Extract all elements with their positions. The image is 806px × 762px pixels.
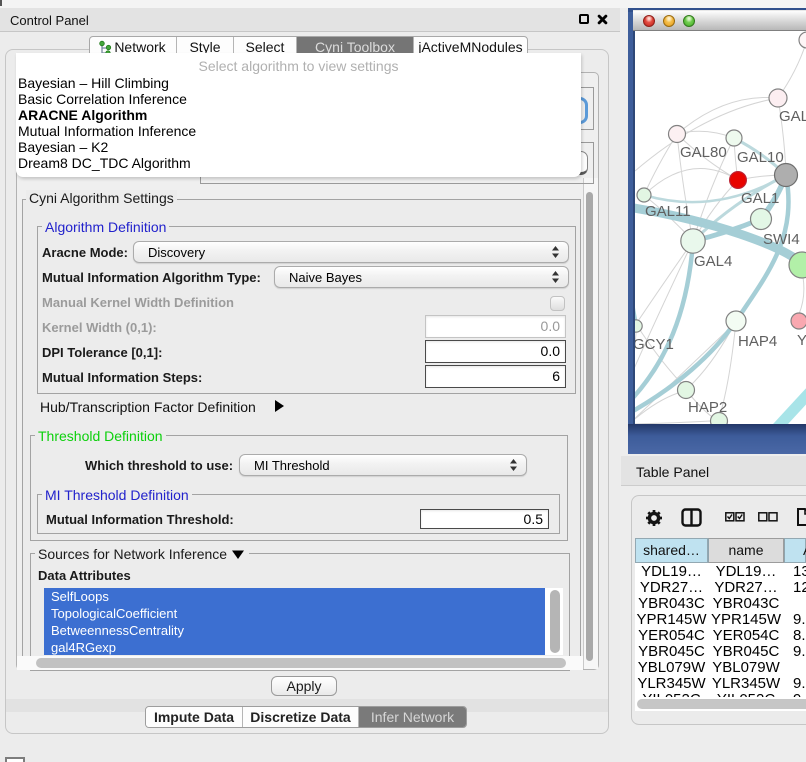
svg-text:HAP4: HAP4 — [738, 333, 777, 350]
svg-text:HAP2: HAP2 — [688, 399, 727, 416]
svg-text:GCY1: GCY1 — [635, 336, 674, 353]
svg-text:GAL10: GAL10 — [737, 149, 784, 166]
svg-text:Y: Y — [797, 332, 806, 349]
svg-text:GAL11: GAL11 — [645, 203, 691, 220]
svg-text:GAL80: GAL80 — [680, 144, 727, 161]
svg-text:GAL1: GAL1 — [741, 190, 779, 207]
svg-text:GAL4: GAL4 — [694, 253, 732, 270]
svg-text:GAL: GAL — [779, 108, 806, 125]
svg-text:SWI4: SWI4 — [763, 231, 800, 248]
